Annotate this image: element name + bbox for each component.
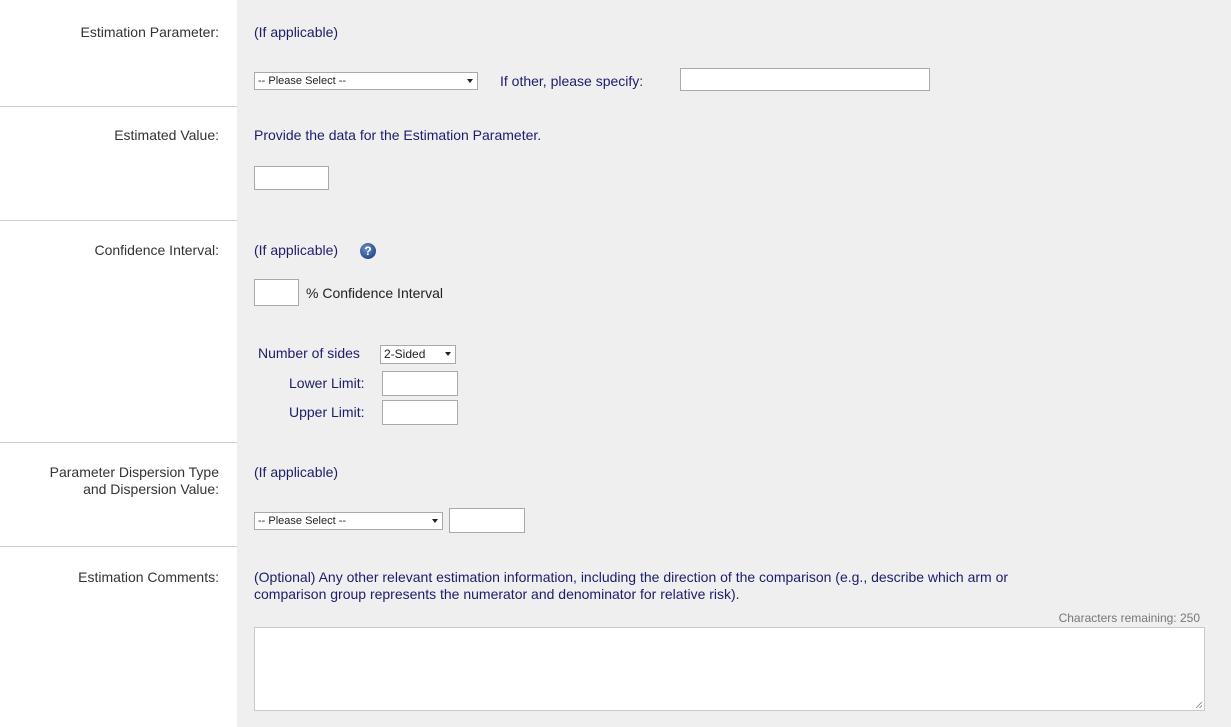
dispersion-label-line1: Parameter Dispersion Type <box>49 464 219 480</box>
resize-handle-icon[interactable] <box>1196 702 1202 708</box>
estimated-value-hint: Provide the data for the Estimation Para… <box>254 127 542 143</box>
lower-limit-input[interactable] <box>382 371 458 396</box>
number-of-sides-label: Number of sides <box>258 345 360 361</box>
confidence-percent-input[interactable] <box>254 279 299 306</box>
estimated-value-label: Estimated Value: <box>114 127 219 143</box>
confidence-interval-hint: (If applicable) <box>254 242 339 258</box>
other-specify-input[interactable] <box>680 68 930 91</box>
confidence-percent-label: % Confidence Interval <box>306 285 443 301</box>
estimation-parameter-select-value: -- Please Select -- <box>258 75 347 87</box>
chevron-down-icon <box>467 79 473 83</box>
estimation-comments-textarea[interactable] <box>254 627 1205 711</box>
estimated-value-input[interactable] <box>254 166 329 190</box>
lower-limit-label: Lower Limit: <box>289 375 365 391</box>
estimation-form: Estimation Parameter: (If applicable) --… <box>0 0 1231 727</box>
number-of-sides-select-value: 2-Sided <box>384 347 426 361</box>
characters-remaining: Characters remaining: 250 <box>1058 611 1200 625</box>
row-separator <box>0 546 237 547</box>
number-of-sides-select[interactable]: 2-Sided <box>380 345 456 364</box>
dispersion-label-line2: and Dispersion Value: <box>83 481 219 497</box>
upper-limit-input[interactable] <box>382 400 458 425</box>
dispersion-type-select[interactable]: -- Please Select -- <box>254 512 443 530</box>
row-separator <box>0 106 237 107</box>
estimation-comments-label: Estimation Comments: <box>78 569 219 585</box>
chevron-down-icon <box>445 352 451 356</box>
upper-limit-label: Upper Limit: <box>289 404 365 420</box>
label-column <box>0 0 238 727</box>
estimation-comments-hint-line1: (Optional) Any other relevant estimation… <box>254 569 1009 585</box>
estimation-parameter-label: Estimation Parameter: <box>80 24 220 40</box>
question-icon[interactable]: ? <box>360 243 376 259</box>
estimation-comments-hint-line2: comparison group represents the numerato… <box>254 586 740 602</box>
row-separator <box>0 442 237 443</box>
dispersion-value-input[interactable] <box>449 508 525 533</box>
confidence-interval-label: Confidence Interval: <box>94 242 219 258</box>
dispersion-type-select-value: -- Please Select -- <box>258 515 347 527</box>
dispersion-hint: (If applicable) <box>254 464 339 480</box>
row-separator <box>0 220 237 221</box>
estimation-parameter-hint: (If applicable) <box>254 24 339 40</box>
estimation-parameter-select[interactable]: -- Please Select -- <box>254 72 478 90</box>
other-specify-label: If other, please specify: <box>500 73 644 89</box>
chevron-down-icon <box>432 519 438 523</box>
